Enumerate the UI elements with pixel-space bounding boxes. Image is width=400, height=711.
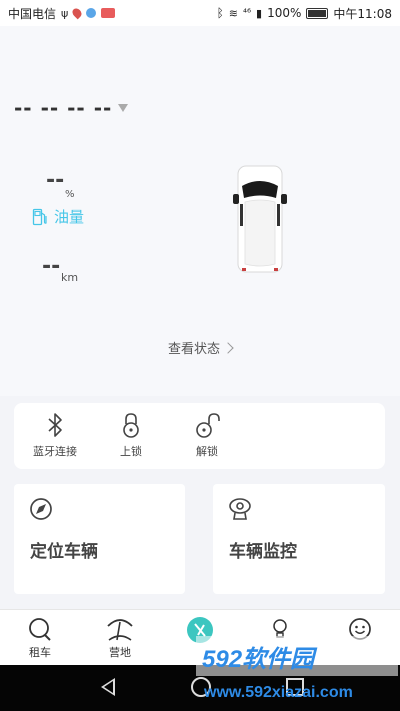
chevron-right-icon: [222, 341, 234, 354]
back-icon[interactable]: [101, 678, 115, 696]
bluetooth-connect-label: 蓝牙连接: [33, 445, 77, 458]
status-bar: 中国电信 ψ ᛒ ≋ ⁴⁶ ▮ 100% 中午11:08: [0, 0, 400, 26]
search-icon: [29, 618, 51, 641]
vehicle-panel: -- -- -- -- -- % 油量 -- km 查看状态: [0, 26, 400, 396]
lock-icon: [123, 413, 139, 438]
fuel-unit: %: [65, 189, 75, 200]
view-status-label: 查看状态: [167, 342, 220, 357]
unlock-icon: [196, 413, 220, 438]
view-status-link[interactable]: 查看状态: [0, 338, 400, 357]
bluetooth-status-icon: ᛒ: [216, 6, 224, 20]
app-notification-icon: [101, 8, 116, 18]
nav-camp[interactable]: 营地: [90, 616, 150, 660]
battery-percent: 100%: [267, 6, 302, 20]
bluetooth-connect-button[interactable]: 蓝牙连接: [20, 411, 90, 459]
battery-icon: [306, 7, 329, 19]
nav-rent-car[interactable]: 租车: [10, 616, 70, 660]
lock-button[interactable]: 上锁: [96, 411, 166, 459]
signal-label: ⁴⁶: [243, 7, 252, 19]
watermark-logo: 592软件园: [196, 636, 398, 676]
carrier-label: 中国电信: [8, 6, 57, 21]
location-pin-icon: [70, 6, 84, 20]
browser-icon: [86, 8, 97, 18]
nav-camp-label: 营地: [109, 646, 131, 659]
vehicle-monitor-title: 车辆监控: [229, 542, 297, 562]
locate-vehicle-card[interactable]: 定位车辆: [14, 484, 185, 594]
mileage-unit: km: [61, 271, 79, 284]
watermark-brand: 592软件园: [202, 645, 315, 673]
watermark-url: www.592xiazai.com: [204, 684, 353, 701]
nav-rent-car-label: 租车: [29, 646, 51, 659]
vehicle-monitor-card[interactable]: 车辆监控: [213, 484, 385, 594]
quick-actions-card: 蓝牙连接 上锁 解锁: [14, 403, 385, 469]
wifi-icon: ≋: [228, 6, 238, 20]
plate-number: -- -- -- --: [14, 96, 113, 120]
fuel-value: --: [46, 168, 65, 193]
locate-icon: [30, 498, 52, 520]
fuel-pump-icon: [32, 208, 47, 225]
car-image: [233, 165, 287, 273]
clock: 中午11:08: [333, 6, 392, 21]
fuel-indicator: 油量: [32, 206, 84, 227]
fuel-label: 油量: [54, 208, 85, 226]
caret-down-icon: [118, 104, 129, 112]
signal-bars-icon: ▮: [256, 6, 263, 20]
unlock-button[interactable]: 解锁: [172, 411, 242, 459]
lock-label: 上锁: [120, 445, 142, 458]
plate-selector[interactable]: -- -- -- --: [14, 96, 129, 120]
mileage-value: --: [42, 254, 61, 279]
locate-vehicle-title: 定位车辆: [30, 542, 98, 562]
camp-icon: [107, 619, 133, 641]
bluetooth-icon: [48, 413, 62, 437]
unlock-label: 解锁: [196, 445, 218, 458]
usb-icon: ψ: [61, 6, 69, 20]
camera-icon: [229, 498, 251, 520]
